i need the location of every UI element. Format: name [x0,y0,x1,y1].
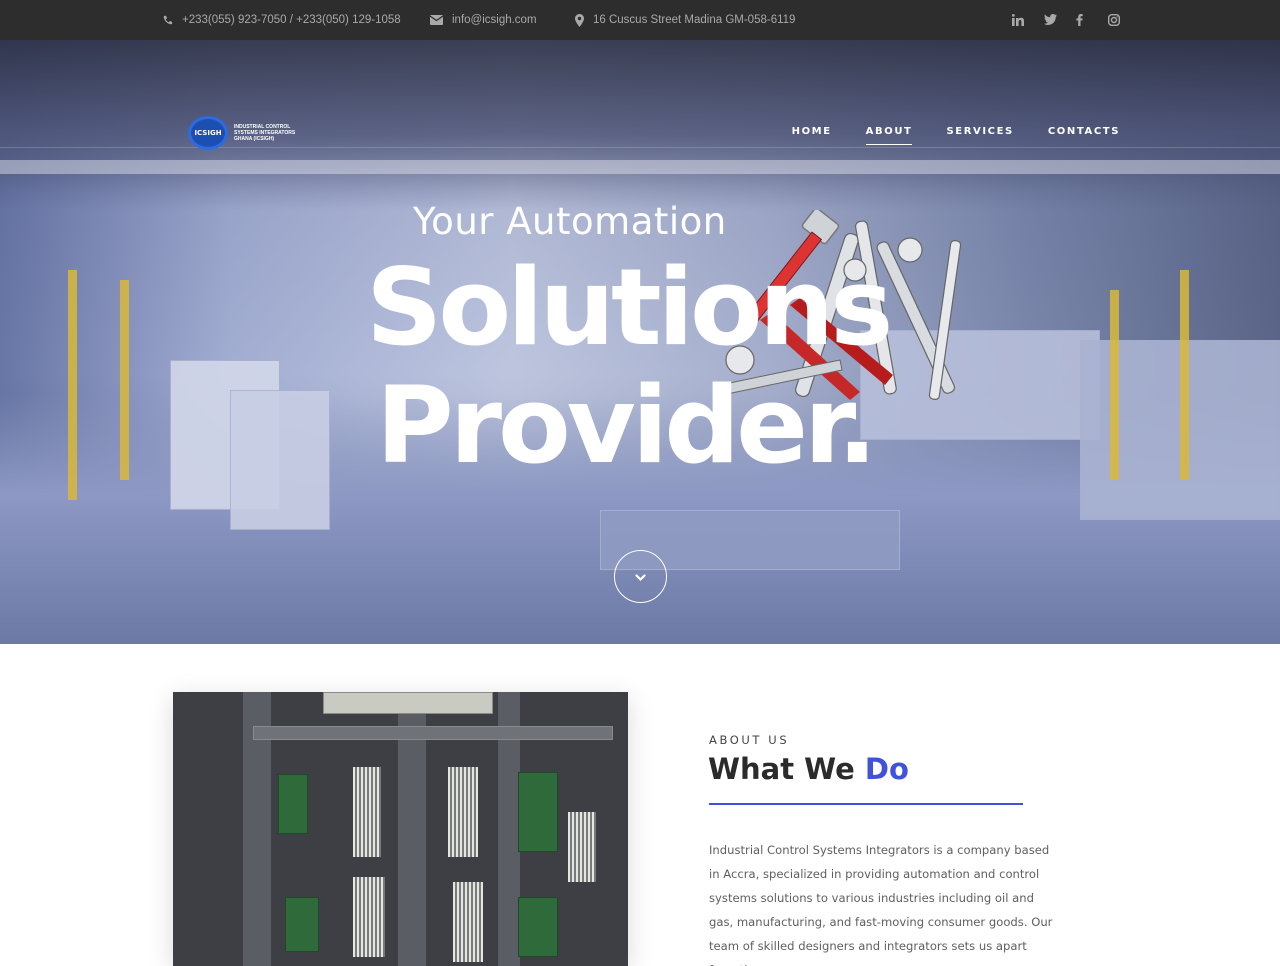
panel-wires [568,812,596,882]
map-pin-icon [575,13,584,27]
twitter-icon[interactable] [1044,14,1057,26]
panel-wires [353,767,381,857]
top-info-bar: +233(055) 923-7050 / +233(050) 129-1058 … [0,0,1280,40]
site-logo[interactable]: ICSIGH INDUSTRIAL CONTROL SYSTEMS INTEGR… [188,116,300,150]
bg-post [1180,270,1189,480]
nav-services[interactable]: SERVICES [946,126,1013,145]
panel-din-rail [253,726,613,740]
address-info: 16 Cuscus Street Madina GM-058-6119 [575,0,795,40]
panel-module [323,692,493,714]
email-text: info@icsigh.com [452,14,537,26]
hero-section: ICSIGH INDUSTRIAL CONTROL SYSTEMS INTEGR… [0,40,1280,644]
main-nav: HOME ABOUT SERVICES CONTACTS [792,126,1120,145]
bg-cabinet [230,390,330,530]
chevron-down-icon [635,567,646,586]
panel-wires [353,877,385,957]
logo-badge: ICSIGH [188,116,228,150]
about-kicker: ABOUT US [709,733,790,747]
panel-pcb [278,774,308,834]
hero-headline-line2: Provider. [376,364,877,487]
nav-home[interactable]: HOME [792,126,832,145]
panel-wires [448,767,478,857]
panel-pcb [285,897,319,952]
scroll-down-button[interactable] [614,550,667,603]
about-title-main: What We [708,752,855,786]
bg-beam [0,160,1280,174]
about-divider [709,803,1023,805]
social-links [1011,0,1121,40]
phone-info[interactable]: +233(055) 923-7050 / +233(050) 129-1058 [162,0,401,40]
facebook-icon[interactable] [1076,14,1088,26]
bg-post [120,280,129,480]
bg-post [1110,290,1119,480]
nav-about[interactable]: ABOUT [865,126,913,145]
bg-post [68,270,77,500]
linkedin-icon[interactable] [1011,14,1024,26]
instagram-icon[interactable] [1107,13,1121,27]
about-title-accent: Do [864,752,909,786]
logo-text: INDUSTRIAL CONTROL SYSTEMS INTEGRATORS G… [234,124,296,142]
control-panel-photo [173,692,628,966]
address-text: 16 Cuscus Street Madina GM-058-6119 [593,14,796,26]
hero-subtitle: Your Automation [413,200,727,243]
email-info[interactable]: info@icsigh.com [430,0,537,40]
phone-icon [162,15,173,26]
about-body: Industrial Control Systems Integrators i… [709,843,1053,966]
panel-wires [453,882,483,962]
hero-headline-line1: Solutions [366,246,893,369]
nav-contacts[interactable]: CONTACTS [1048,126,1120,145]
panel-pcb [518,897,558,957]
envelope-icon [430,15,443,25]
panel-pcb [518,772,558,852]
about-title: What We Do [708,752,909,786]
phone-text: +233(055) 923-7050 / +233(050) 129-1058 [182,14,401,26]
